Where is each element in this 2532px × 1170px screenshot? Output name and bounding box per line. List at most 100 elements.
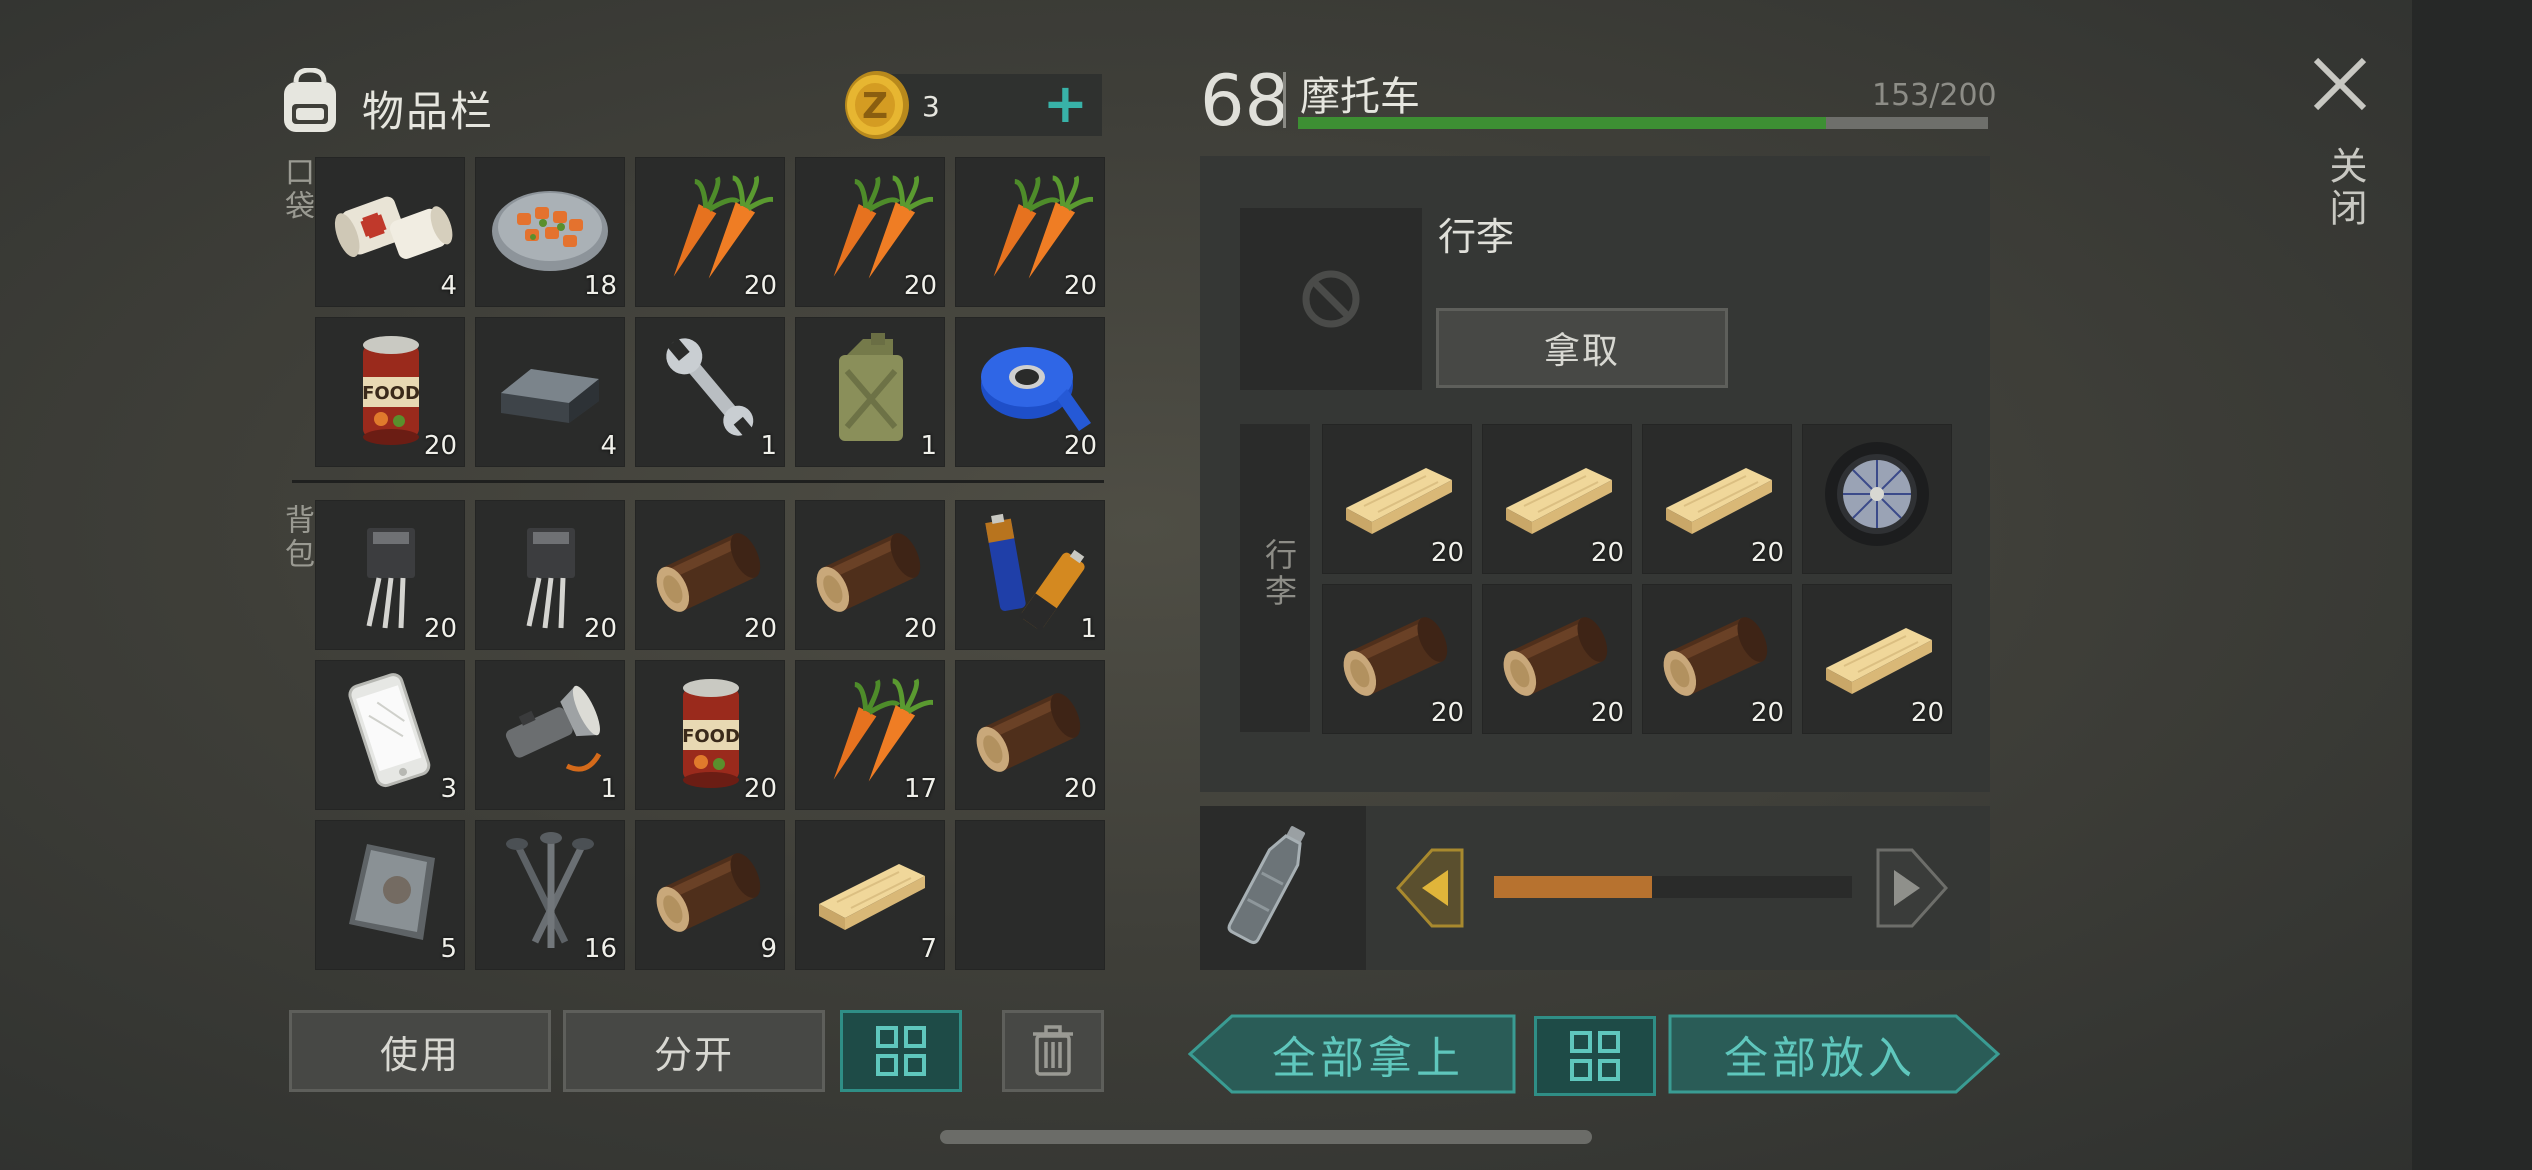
put-all-button[interactable]: 全部放入 xyxy=(1668,1014,2002,1094)
take-button[interactable]: 拿取 xyxy=(1436,308,1728,388)
section-divider xyxy=(292,480,1104,483)
vehicle.storage-slot[interactable]: 20 xyxy=(1322,424,1472,574)
flashlight-icon xyxy=(505,685,602,772)
transistor-icon xyxy=(366,528,415,629)
inventory.pockets-slot[interactable]: 20 xyxy=(635,157,785,307)
discard-button[interactable] xyxy=(1002,1010,1104,1092)
vehicle.storage-slot[interactable]: 20 xyxy=(1802,584,1952,734)
batteries-icon xyxy=(985,513,1085,630)
fuel-slider-track[interactable] xyxy=(1494,876,1852,898)
use-button[interactable]: 使用 xyxy=(289,1010,551,1092)
item-qty: 4 xyxy=(600,431,617,461)
vehicle-capacity: 153/200 xyxy=(1872,78,1997,113)
vehicle.storage-slot[interactable]: 20 xyxy=(1642,424,1792,574)
inventory-header: 物品栏 Z 3 + xyxy=(278,64,1108,154)
item-qty: 20 xyxy=(583,614,617,644)
inventory.backpack-slot[interactable]: 1 xyxy=(955,500,1105,650)
vehicle.storage-slot[interactable]: 20 xyxy=(1642,584,1792,734)
item-qty: 20 xyxy=(1590,538,1624,568)
food-can-icon: FOOD xyxy=(362,336,420,445)
level-separator xyxy=(1283,72,1286,128)
food-can-icon: FOOD xyxy=(682,679,740,788)
item-qty: 17 xyxy=(903,774,937,804)
inventory.backpack-slot[interactable]: 20 xyxy=(315,500,465,650)
inventory.backpack-slot[interactable]: 20 xyxy=(635,500,785,650)
item-qty: 20 xyxy=(1063,431,1097,461)
item-qty: 20 xyxy=(903,614,937,644)
capacity-bar xyxy=(1298,117,1988,129)
inventory.pockets-slot[interactable]: 1 xyxy=(795,317,945,467)
take-all-button[interactable]: 全部拿上 xyxy=(1188,1014,1518,1094)
inventory.backpack-slot[interactable]: 17 xyxy=(795,660,945,810)
vehicle-sort-grid-button[interactable] xyxy=(1534,1016,1656,1096)
inventory.backpack-slot[interactable]: 20 xyxy=(795,500,945,650)
item-qty: 20 xyxy=(423,614,457,644)
inventory.pockets-slot[interactable]: 4 xyxy=(315,157,465,307)
grid-icon xyxy=(876,1026,926,1076)
item-qty: 5 xyxy=(440,934,457,964)
vehicle.storage-slot[interactable]: 20 xyxy=(1482,584,1632,734)
inventory.backpack-slot[interactable]: 20 xyxy=(475,500,625,650)
vehicle-name: 摩托车 xyxy=(1300,74,1420,120)
nails-icon xyxy=(506,832,594,948)
smartphone-icon xyxy=(348,673,431,788)
inventory.backpack-slot[interactable]: 3 xyxy=(315,660,465,810)
inventory.backpack-slot[interactable]: 20 xyxy=(955,660,1105,810)
close-label[interactable]: 关闭 xyxy=(2318,146,2373,230)
fuel-slider-fill xyxy=(1494,876,1652,898)
fuel-decrease-arrow-icon[interactable] xyxy=(1392,846,1472,930)
item-qty: 20 xyxy=(1750,698,1784,728)
item-qty: 1 xyxy=(760,431,777,461)
split-button[interactable]: 分开 xyxy=(563,1010,825,1092)
vehicle.storage-slot[interactable]: 20 xyxy=(1322,584,1472,734)
grid-icon xyxy=(1570,1031,1620,1081)
wheel-icon xyxy=(1825,442,1929,546)
gold-coin-icon: Z xyxy=(845,71,909,139)
take-all-label: 全部拿上 xyxy=(1272,1033,1464,1084)
inventory.backpack-slot[interactable]: 16 xyxy=(475,820,625,970)
inventory.pockets-slot[interactable]: 20 xyxy=(795,157,945,307)
pockets-grid: 4 18 20 20 20 FOOD 20 4 1 1 20 xyxy=(315,157,1105,467)
inventory.pockets-slot[interactable]: FOOD 20 xyxy=(315,317,465,467)
home-indicator[interactable] xyxy=(940,1130,1592,1144)
luggage-equip-slot[interactable] xyxy=(1240,208,1422,390)
jerrycan-icon xyxy=(839,333,903,441)
inventory.backpack-slot[interactable]: 1 xyxy=(475,660,625,810)
inventory.backpack-slot[interactable]: FOOD 20 xyxy=(635,660,785,810)
plank-icon xyxy=(1506,468,1612,534)
inventory.pockets-slot[interactable]: 20 xyxy=(955,157,1105,307)
log-icon xyxy=(1343,617,1448,696)
luggage-title: 行李 xyxy=(1438,215,1515,259)
fuel-item-slot[interactable] xyxy=(1200,806,1366,970)
carrots-icon xyxy=(993,175,1093,279)
trash-icon xyxy=(1033,1025,1073,1076)
log-icon xyxy=(1663,617,1768,696)
add-coins-button[interactable]: + xyxy=(1043,76,1088,132)
item-qty: 3 xyxy=(440,774,457,804)
item-qty: 1 xyxy=(600,774,617,804)
vehicle.storage-slot[interactable] xyxy=(1802,424,1952,574)
item-qty: 18 xyxy=(583,271,617,301)
item-qty: 20 xyxy=(1910,698,1944,728)
bandage-icon xyxy=(334,196,453,259)
log-icon xyxy=(656,533,761,612)
inventory.backpack-slot[interactable] xyxy=(955,820,1105,970)
close-icon[interactable] xyxy=(2308,52,2372,116)
carrots-icon xyxy=(833,175,933,279)
sort-grid-button[interactable] xyxy=(840,1010,962,1092)
vehicle.storage-slot[interactable]: 20 xyxy=(1482,424,1632,574)
coin-bar: Z 3 + xyxy=(845,71,1102,139)
no-item-icon xyxy=(1302,270,1360,328)
inventory.backpack-slot[interactable]: 9 xyxy=(635,820,785,970)
item-qty: 20 xyxy=(1063,271,1097,301)
inventory.pockets-slot[interactable]: 4 xyxy=(475,317,625,467)
inventory.backpack-slot[interactable]: 5 xyxy=(315,820,465,970)
log-icon xyxy=(816,533,921,612)
inventory.backpack-slot[interactable]: 7 xyxy=(795,820,945,970)
luggage-side-label: 行李 xyxy=(1260,538,1298,610)
inventory.pockets-slot[interactable]: 18 xyxy=(475,157,625,307)
item-qty: 7 xyxy=(920,934,937,964)
inventory.pockets-slot[interactable]: 20 xyxy=(955,317,1105,467)
fuel-increase-arrow-icon[interactable] xyxy=(1872,846,1952,930)
inventory.pockets-slot[interactable]: 1 xyxy=(635,317,785,467)
